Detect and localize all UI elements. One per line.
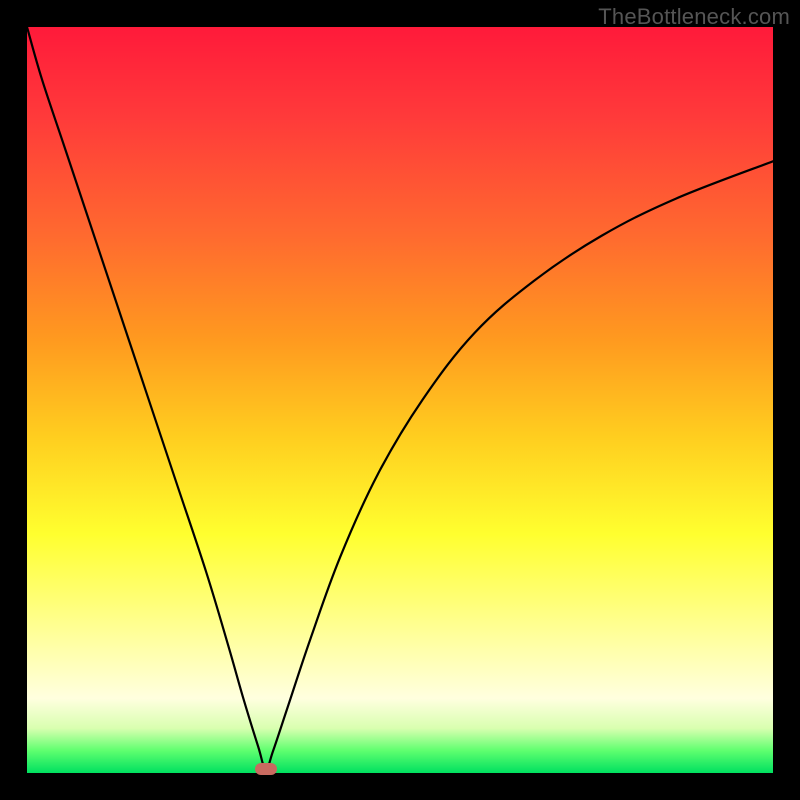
plot-area [27,27,773,773]
outer-frame: TheBottleneck.com [0,0,800,800]
minimum-marker [255,763,277,775]
watermark-text: TheBottleneck.com [598,4,790,30]
bottleneck-curve [27,27,773,773]
